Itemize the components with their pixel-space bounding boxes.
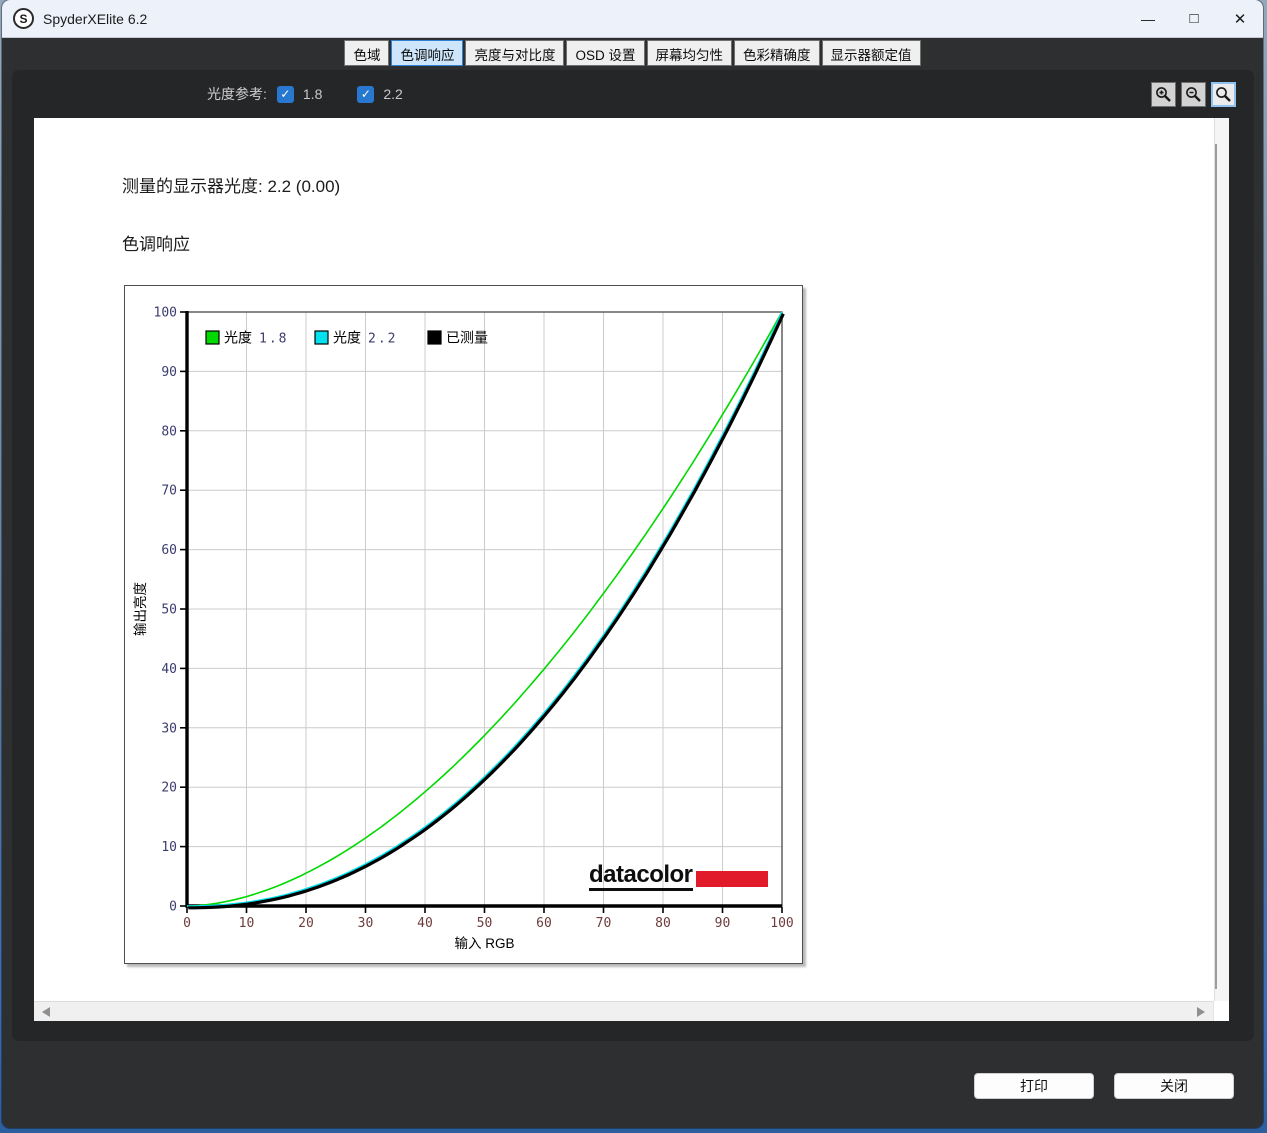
vertical-scrollbar-thumb[interactable] xyxy=(1215,144,1217,989)
y-tick-label: 30 xyxy=(161,721,177,736)
tab-4[interactable]: 屏幕均匀性 xyxy=(646,40,732,66)
x-tick-label: 40 xyxy=(417,916,433,931)
tab-2[interactable]: 亮度与对比度 xyxy=(465,40,565,66)
y-tick-label: 60 xyxy=(161,543,177,558)
tab-3[interactable]: OSD 设置 xyxy=(566,40,645,66)
zoom-out-button[interactable] xyxy=(1181,82,1206,107)
tab-6[interactable]: 显示器额定值 xyxy=(821,40,921,66)
title-bar: S SpyderXElite 6.2 — □ ✕ xyxy=(2,0,1263,38)
window-controls: — □ ✕ xyxy=(1125,0,1263,37)
scrollbar-corner xyxy=(1213,1001,1229,1021)
minimize-button[interactable]: — xyxy=(1125,0,1171,37)
horizontal-scrollbar[interactable] xyxy=(34,1001,1229,1021)
zoom-in-button[interactable] xyxy=(1151,82,1176,107)
y-tick-label: 80 xyxy=(161,424,177,439)
y-tick-label: 90 xyxy=(161,365,177,380)
zoom-out-icon xyxy=(1186,87,1201,102)
scroll-right-arrow-icon[interactable] xyxy=(1197,1007,1205,1017)
x-tick-label: 70 xyxy=(596,916,612,931)
luminance-reference-label: 光度参考: xyxy=(207,86,267,102)
report-page: 测量的显示器光度: 2.2 (0.00) 色调响应 0 10 20 30 40 50 60 7… xyxy=(34,118,1229,1021)
window-title: SpyderXElite 6.2 xyxy=(43,10,148,27)
x-tick-label: 100 xyxy=(770,916,793,931)
scroll-left-arrow-icon[interactable] xyxy=(42,1007,50,1017)
tab-5[interactable]: 色彩精确度 xyxy=(734,40,820,66)
tab-bar: 色域 色调响应 亮度与对比度 OSD 设置 屏幕均匀性 色彩精确度 显示器额定值 xyxy=(2,40,1263,66)
toolbar: 光度参考: ✓ 1.8 ✓ 2.2 xyxy=(12,70,1254,118)
legend-swatch-1 xyxy=(314,330,329,345)
section-title: 色调响应 xyxy=(122,235,190,254)
x-tick-label: 30 xyxy=(358,916,374,931)
y-tick-label: 20 xyxy=(161,781,177,796)
luminance-checkbox-label-2.2: 2.2 xyxy=(383,86,403,102)
tab-1[interactable]: 色调响应 xyxy=(391,40,464,66)
y-tick-label: 40 xyxy=(161,662,177,677)
x-tick-label: 0 xyxy=(183,916,191,931)
x-axis-title: 输入 RGB xyxy=(454,936,514,951)
legend-swatch-0 xyxy=(205,330,220,345)
y-tick-label: 100 xyxy=(154,306,177,321)
datacolor-red-bar-icon xyxy=(695,870,768,887)
tab-0[interactable]: 色域 xyxy=(344,40,390,66)
zoom-fit-icon xyxy=(1216,87,1231,102)
content-panel: 光度参考: ✓ 1.8 ✓ 2.2 测量的显示器光度: 2.2 (0.00) 色调响应… xyxy=(12,70,1254,1041)
zoom-button-group xyxy=(1151,82,1236,107)
legend-label-0: 光度 1.8 xyxy=(224,330,288,347)
close-window-button[interactable]: ✕ xyxy=(1217,0,1263,37)
close-button[interactable]: 关闭 xyxy=(1114,1073,1234,1099)
print-button[interactable]: 打印 xyxy=(974,1073,1094,1099)
measured-gamma-text: 测量的显示器光度: 2.2 (0.00) xyxy=(122,177,341,196)
app-window: S SpyderXElite 6.2 — □ ✕ 色域 色调响应 亮度与对比度 OSD… xyxy=(2,0,1263,1128)
legend-swatch-2 xyxy=(427,330,442,345)
vertical-scrollbar[interactable] xyxy=(1214,118,1229,1001)
curve-2 xyxy=(188,313,785,910)
luminance-checkbox-label-1.8: 1.8 xyxy=(302,86,323,102)
x-tick-label: 20 xyxy=(298,916,314,931)
maximize-button[interactable]: □ xyxy=(1171,0,1217,37)
tone-response-chart: 0 10 20 30 40 50 60 70 80 90 100 0 10 20 30 40 50 60 70 80 9… xyxy=(124,285,803,964)
y-tick-label: 50 xyxy=(161,603,177,618)
datacolor-wordmark: datacolor xyxy=(589,862,693,892)
y-axis-title: 输出亮度 xyxy=(132,582,148,636)
zoom-in-icon xyxy=(1156,87,1171,102)
x-tick-label: 10 xyxy=(239,916,255,931)
legend-label-2: 已测量 xyxy=(446,330,488,346)
x-tick-label: 80 xyxy=(655,916,671,931)
zoom-fit-button[interactable] xyxy=(1211,82,1236,107)
x-tick-label: 60 xyxy=(536,916,552,931)
spyder-logo-icon: S xyxy=(13,8,34,29)
x-tick-label: 90 xyxy=(715,916,731,931)
luminance-checkbox-2.2[interactable]: ✓ xyxy=(357,85,375,103)
y-tick-label: 10 xyxy=(161,840,177,855)
datacolor-logo: datacolor xyxy=(589,862,768,892)
luminance-checkbox-group: ✓ 1.8 ✓ 2.2 xyxy=(267,85,428,103)
luminance-checkbox-1.8[interactable]: ✓ xyxy=(276,85,294,103)
y-tick-label: 70 xyxy=(161,484,177,499)
x-tick-label: 50 xyxy=(477,916,493,931)
y-tick-label: 0 xyxy=(169,900,177,915)
